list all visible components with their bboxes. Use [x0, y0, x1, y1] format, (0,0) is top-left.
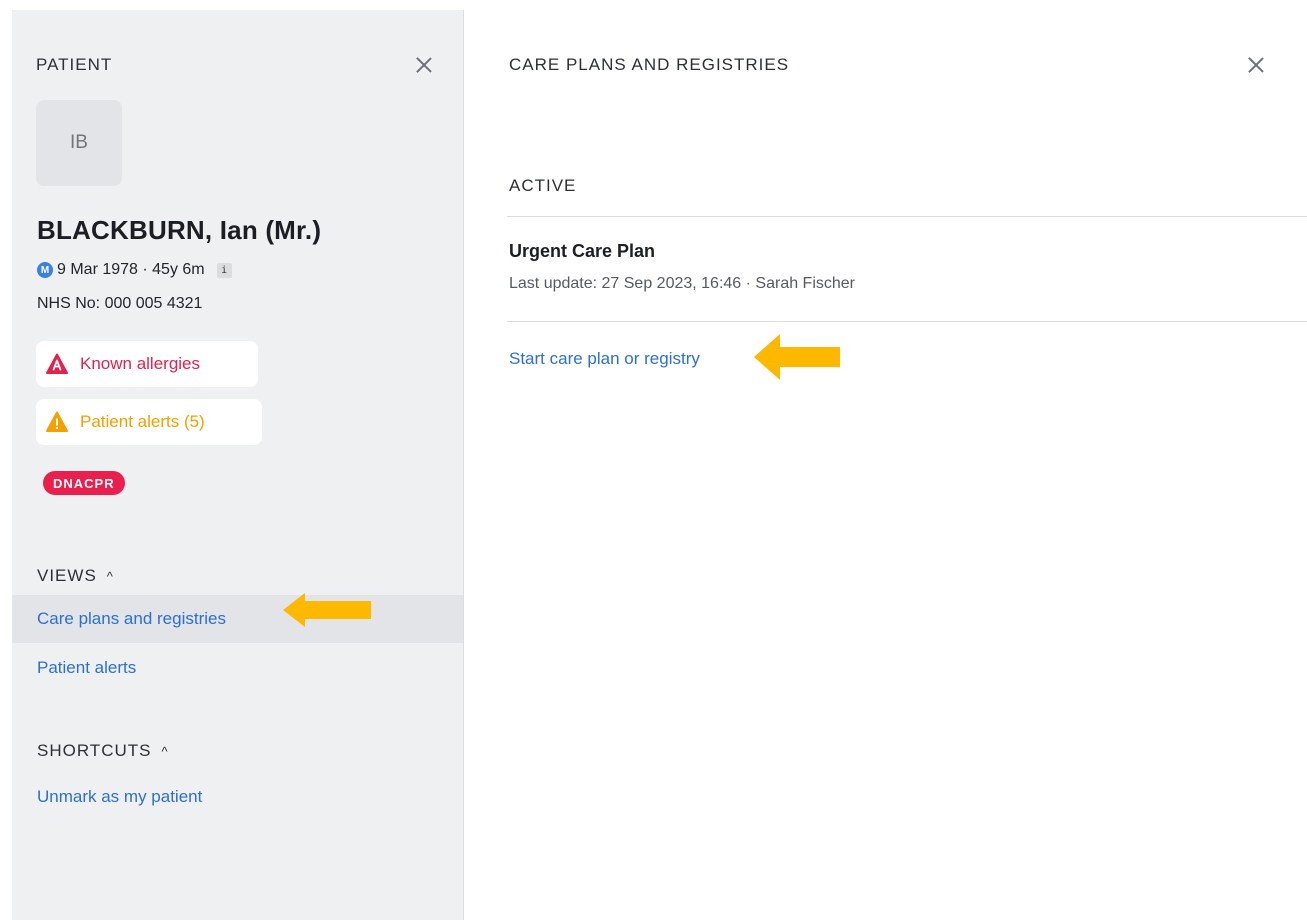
patient-alerts-link[interactable]: Patient alerts [37, 658, 136, 678]
patient-alerts-label: Patient alerts (5) [80, 412, 205, 431]
known-allergies-label: Known allergies [80, 354, 201, 373]
nav-item-patient-alerts[interactable]: Patient alerts [12, 644, 463, 692]
nav-item-unmark[interactable]: Unmark as my patient [12, 773, 463, 821]
care-panel-header: CARE PLANS AND REGISTRIES [509, 54, 1267, 76]
care-plan-meta: Last update: 27 Sep 2023, 16:46 · Sarah … [509, 275, 856, 292]
yellow-arrow-left-icon [283, 593, 371, 627]
shortcuts-section-toggle[interactable]: SHORTCUTS ^ [37, 741, 169, 761]
gender-male-icon: M [37, 262, 53, 278]
views-section-toggle[interactable]: VIEWS ^ [37, 566, 114, 586]
start-care-plan-link[interactable]: Start care plan or registry [509, 349, 700, 369]
patient-panel: PATIENT IB BLACKBURN, Ian (Mr.) M 9 Mar … [12, 10, 464, 920]
chevron-up-icon: ^ [161, 743, 169, 759]
divider [507, 321, 1307, 322]
active-section-label: ACTIVE [509, 176, 577, 195]
patient-name: BLACKBURN, Ian (Mr.) [37, 215, 322, 245]
divider [507, 216, 1307, 217]
nhs-number: NHS No: 000 005 4321 [37, 295, 203, 312]
nav-item-care-plans[interactable]: Care plans and registries [12, 595, 463, 643]
dob-row: M 9 Mar 1978 · 45y 6m i [37, 261, 232, 279]
patient-alerts-button[interactable]: Patient alerts (5) [36, 399, 262, 445]
unmark-patient-link[interactable]: Unmark as my patient [37, 787, 202, 807]
patient-panel-header: PATIENT [36, 54, 435, 76]
allergy-warning-icon [46, 353, 68, 375]
known-allergies-button[interactable]: Known allergies [36, 341, 258, 387]
care-plan-title[interactable]: Urgent Care Plan [509, 241, 655, 262]
views-title: VIEWS [37, 566, 97, 585]
alert-warning-icon [46, 411, 68, 433]
yellow-arrow-left-icon [754, 334, 840, 380]
care-plans-link[interactable]: Care plans and registries [37, 609, 226, 629]
close-icon[interactable] [413, 54, 435, 76]
close-icon[interactable] [1245, 54, 1267, 76]
patient-panel-title: PATIENT [36, 55, 113, 74]
care-panel-title: CARE PLANS AND REGISTRIES [509, 55, 790, 74]
dob-text: 9 Mar 1978 · 45y 6m [57, 261, 205, 278]
shortcuts-title: SHORTCUTS [37, 741, 152, 760]
avatar-initials: IB [70, 132, 88, 153]
dnacpr-badge: DNACPR [43, 471, 125, 495]
info-icon[interactable]: i [216, 262, 232, 278]
avatar: IB [36, 100, 122, 186]
chevron-up-icon: ^ [106, 568, 114, 584]
